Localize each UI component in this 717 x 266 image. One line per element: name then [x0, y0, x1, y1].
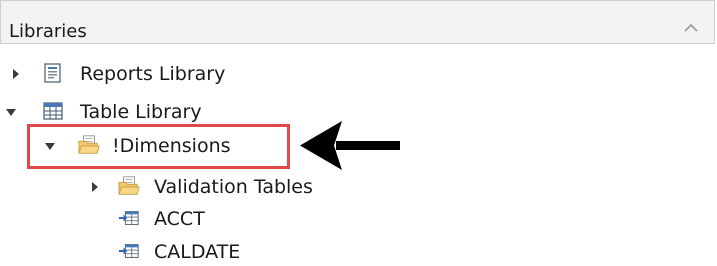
collapse-arrow-icon[interactable]	[5, 106, 17, 118]
tree-item-label: Reports Library	[80, 63, 226, 85]
expand-arrow-icon[interactable]	[10, 68, 22, 80]
tree-item-label: ACCT	[154, 208, 205, 230]
tree-item-table-library[interactable]: Table Library	[0, 98, 260, 126]
linked-table-icon	[118, 211, 139, 225]
panel-title: Libraries	[9, 21, 87, 42]
panel-header: Libraries	[0, 0, 715, 44]
open-folder-icon	[118, 176, 140, 195]
libraries-panel: Libraries Reports Library Table Library …	[0, 0, 717, 266]
tree-item-validation-tables[interactable]: Validation Tables	[0, 173, 340, 201]
tree-item-label: Validation Tables	[154, 176, 313, 198]
tree-item-acct[interactable]: ACCT	[0, 205, 260, 233]
tree-item-label: CALDATE	[154, 241, 241, 263]
tree-item-label: Table Library	[80, 101, 202, 123]
arrow-left-icon	[300, 121, 400, 170]
report-icon	[44, 63, 61, 83]
tree-item-caldate[interactable]: CALDATE	[0, 238, 260, 266]
table-icon	[43, 102, 63, 120]
linked-table-icon	[118, 244, 139, 258]
tree-item-reports-library[interactable]: Reports Library	[0, 60, 260, 88]
expand-arrow-icon[interactable]	[89, 181, 101, 193]
chevron-up-icon[interactable]	[682, 22, 700, 34]
highlight-box	[27, 124, 290, 169]
